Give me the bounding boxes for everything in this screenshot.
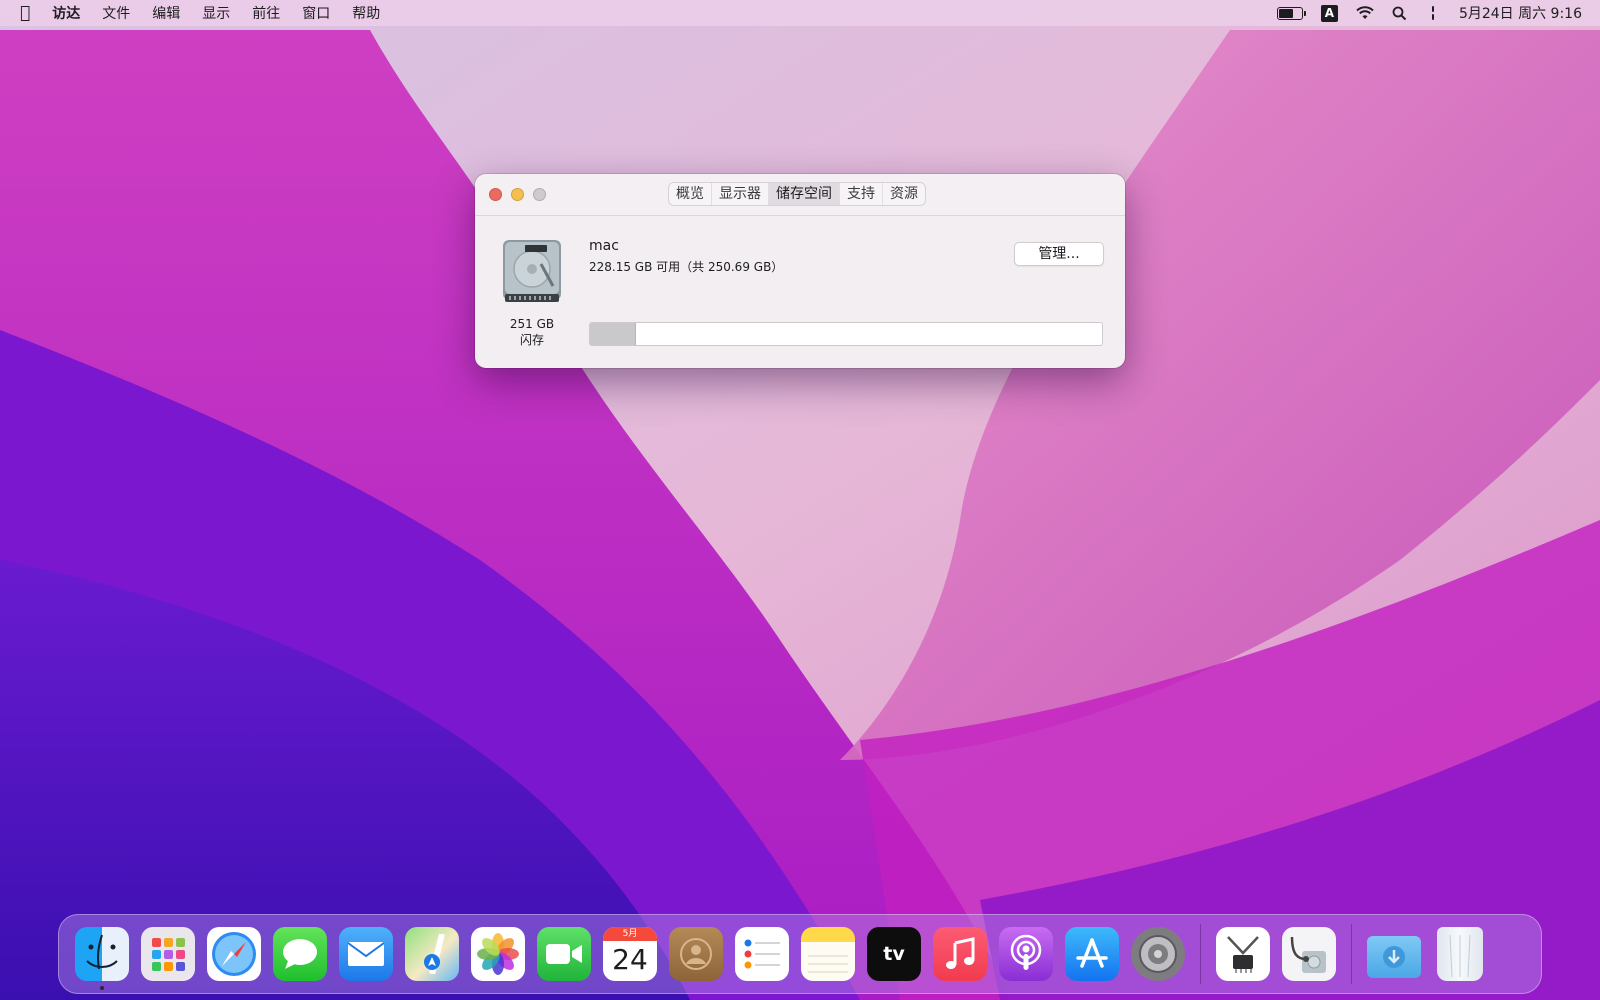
dock-trash-icon[interactable] [1437,927,1483,981]
wifi-icon[interactable] [1356,6,1374,20]
dock-music-icon[interactable] [933,927,987,981]
traffic-lights [489,188,555,201]
tab-storage[interactable]: 储存空间 [769,183,840,205]
volume-free-space: 228.15 GB 可用（共 250.69 GB） [589,260,784,274]
dock-system-preferences-icon[interactable] [1131,927,1185,981]
dock-finder-icon[interactable] [75,927,129,990]
about-this-mac-window: 概览 显示器 储存空间 支持 资源 251 GB 闪存 mac 228.15 G… [475,174,1125,368]
dock-messages-icon[interactable] [273,927,327,981]
menu-bar:  访达 文件 编辑 显示 前往 窗口 帮助 A 5月24日 周六 9:16 [0,0,1600,26]
storage-used-segment [590,323,637,345]
dock-separator [1200,924,1201,984]
input-source-icon[interactable]: A [1320,4,1338,22]
storage-usage-bar [589,322,1103,346]
zoom-button [533,188,546,201]
dock: 5月 24 tv [58,914,1542,994]
volume-name: mac [589,238,619,254]
dock-podcasts-icon[interactable] [999,927,1053,981]
hard-drive-icon [503,240,561,302]
calendar-month: 5月 [603,927,657,941]
dock-disk-utility-icon[interactable] [1282,927,1336,981]
dock-safari-icon[interactable] [207,927,261,981]
dock-contacts-icon[interactable] [669,927,723,981]
calendar-day: 24 [612,943,648,976]
dock-system-information-icon[interactable] [1216,927,1270,981]
dock-mail-icon[interactable] [339,927,393,981]
dock-launchpad-icon[interactable] [141,927,195,981]
wallpaper-waves [0,0,1600,1000]
dock-downloads-folder-icon[interactable] [1367,936,1421,978]
running-indicator [100,986,104,990]
manage-button[interactable]: 管理... [1014,242,1104,266]
menu-edit[interactable]: 编辑 [152,3,180,23]
dock-tv-icon[interactable]: tv [867,927,921,981]
dock-photos-icon[interactable] [471,927,525,981]
apple-menu-icon[interactable]:  [20,4,30,22]
menu-app-name[interactable]: 访达 [52,3,80,23]
tv-label: tv [883,943,905,965]
menu-go[interactable]: 前往 [252,3,280,23]
dock-separator-2 [1351,924,1352,984]
dock-notes-icon[interactable] [801,927,855,981]
menu-clock[interactable]: 5月24日 周六 9:16 [1459,3,1582,23]
control-center-icon[interactable] [1425,6,1441,20]
menu-help[interactable]: 帮助 [352,3,380,23]
battery-icon[interactable] [1276,6,1306,20]
storage-panel: 251 GB 闪存 mac 228.15 GB 可用（共 250.69 GB） … [475,216,1125,368]
tab-resources[interactable]: 资源 [883,183,925,205]
dock-calendar-icon[interactable]: 5月 24 [603,927,657,981]
tab-overview[interactable]: 概览 [669,183,712,205]
disk-type: 闪存 [519,333,544,347]
spotlight-search-icon[interactable] [1392,6,1407,21]
dock-app-store-icon[interactable] [1065,927,1119,981]
minimize-button[interactable] [511,188,524,201]
dock-facetime-icon[interactable] [537,927,591,981]
window-titlebar[interactable]: 概览 显示器 储存空间 支持 资源 [475,174,1125,216]
disk-caption: 251 GB 闪存 [475,316,589,348]
dock-maps-icon[interactable] [405,927,459,981]
desktop-wallpaper [0,0,1600,1000]
menu-window[interactable]: 窗口 [302,3,330,23]
dock-reminders-icon[interactable] [735,927,789,981]
tab-bar: 概览 显示器 储存空间 支持 资源 [668,182,926,206]
tab-displays[interactable]: 显示器 [712,183,769,205]
close-button[interactable] [489,188,502,201]
menu-view[interactable]: 显示 [202,3,230,23]
disk-capacity: 251 GB [509,317,555,331]
tab-support[interactable]: 支持 [840,183,883,205]
menu-file[interactable]: 文件 [102,3,130,23]
